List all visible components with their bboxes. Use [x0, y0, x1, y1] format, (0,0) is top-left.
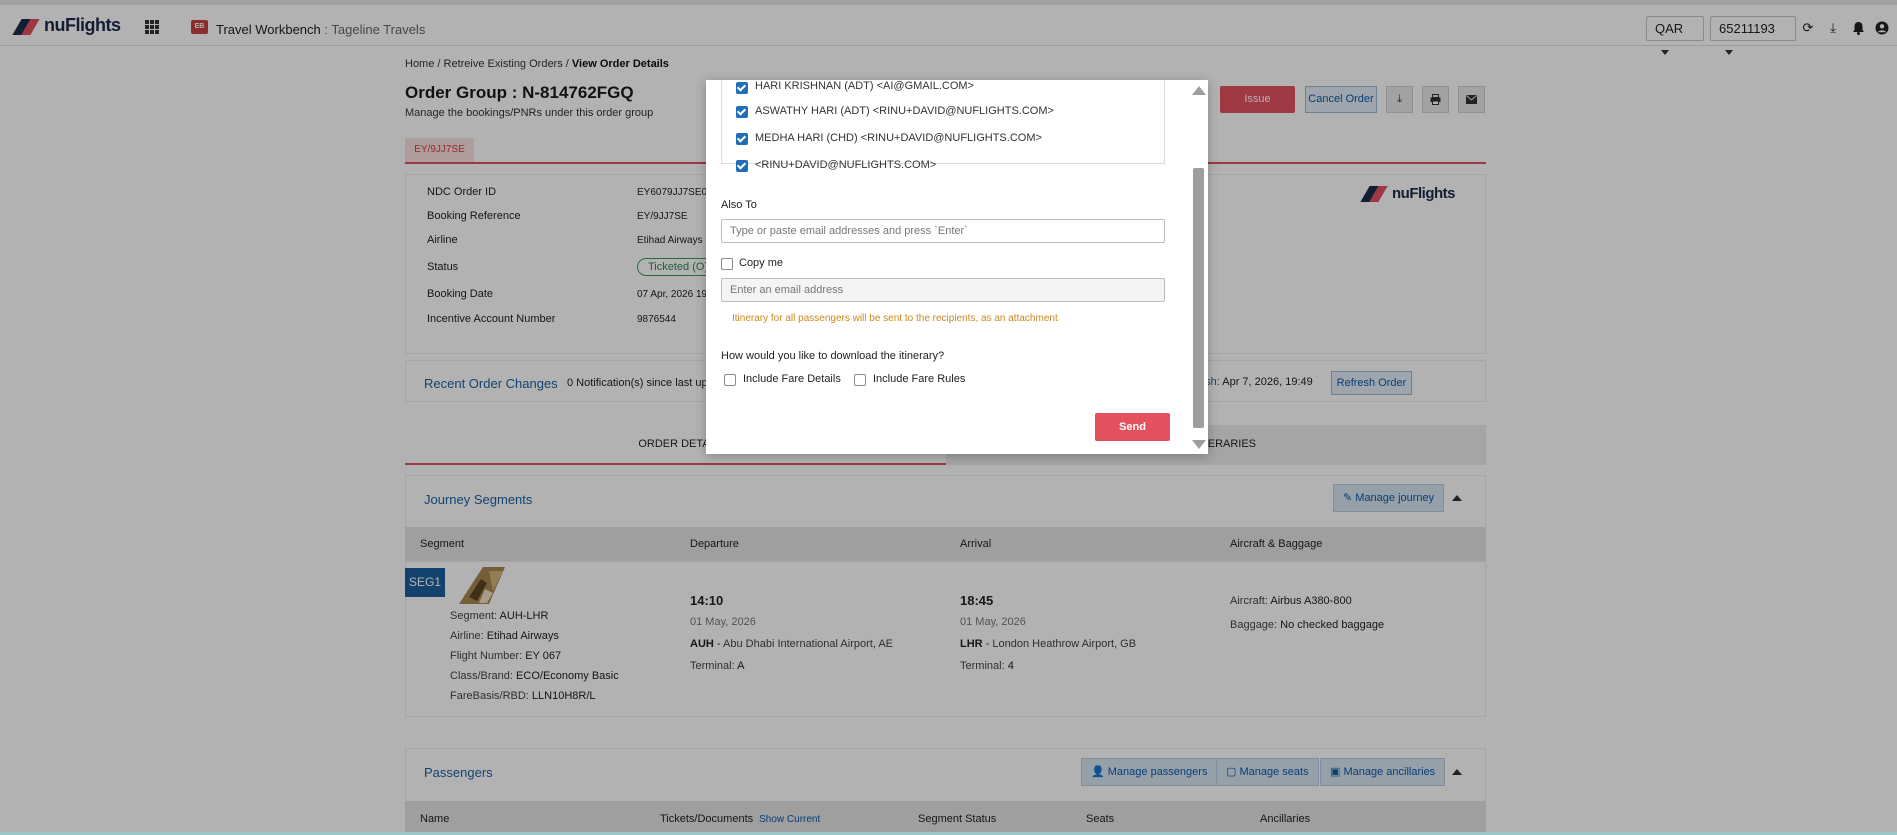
email-itinerary-modal: HARI KRISHNAN (ADT) <AI@GMAIL.COM> ASWAT… [706, 80, 1208, 454]
scroll-down-icon[interactable] [1192, 440, 1206, 449]
recipient-email: MEDHA HARI (CHD) <RINU+DAVID@NUFLIGHTS.C… [755, 132, 1042, 144]
copy-me-checkbox[interactable] [721, 258, 733, 270]
copy-me-label: Copy me [739, 257, 784, 269]
recipient-checkbox[interactable] [736, 82, 748, 94]
recipient-checkbox[interactable] [736, 133, 748, 145]
recipient-email: <RINU+DAVID@NUFLIGHTS.COM> [755, 159, 937, 171]
fare-rules-label: Include Fare Rules [873, 373, 966, 385]
send-button[interactable]: Send [1095, 413, 1170, 441]
recipient-checkbox[interactable] [736, 160, 748, 172]
fare-rules-checkbox[interactable] [854, 374, 866, 386]
recipient-checkbox[interactable] [736, 106, 748, 118]
download-question: How would you like to download the itine… [721, 350, 945, 362]
recipient-email: ASWATHY HARI (ADT) <RINU+DAVID@NUFLIGHTS… [755, 105, 1054, 117]
recipient-email: HARI KRISHNAN (ADT) <AI@GMAIL.COM> [755, 80, 974, 92]
also-to-input[interactable] [721, 219, 1165, 243]
fare-details-label: Include Fare Details [743, 373, 841, 385]
recipient-list [721, 80, 1165, 164]
scrollbar-thumb[interactable] [1193, 168, 1204, 428]
scroll-up-icon[interactable] [1192, 86, 1206, 95]
email-field[interactable] [721, 278, 1165, 302]
also-to-label: Also To [721, 199, 757, 211]
attachment-note: Itinerary for all passengers will be sen… [732, 313, 1058, 324]
fare-details-checkbox[interactable] [724, 374, 736, 386]
